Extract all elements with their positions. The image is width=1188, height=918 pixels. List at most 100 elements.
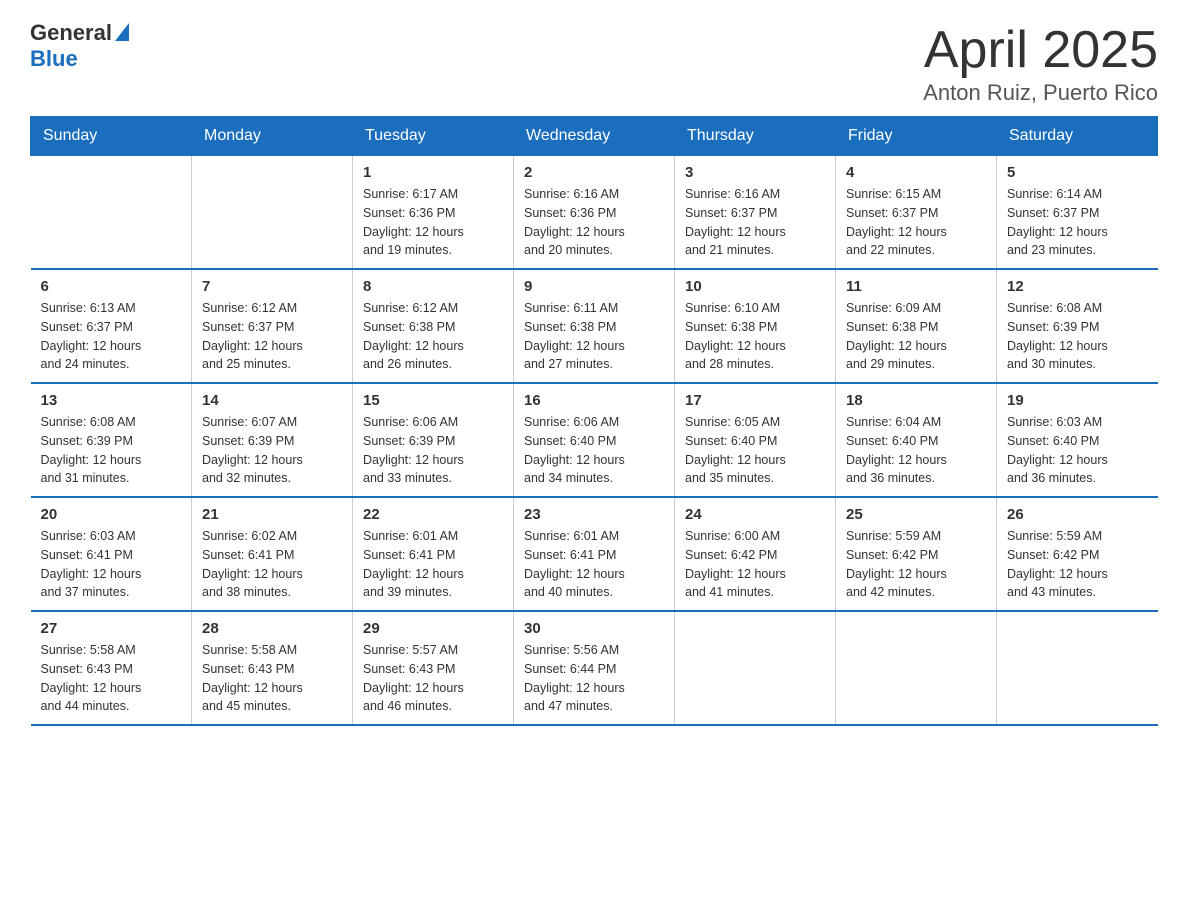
day-number: 19 [1007,392,1148,409]
header-saturday: Saturday [997,117,1158,156]
day-info: Sunrise: 6:15 AM Sunset: 6:37 PM Dayligh… [846,185,986,260]
day-cell: 27 Sunrise: 5:58 AM Sunset: 6:43 PM Dayli… [31,611,192,725]
day-cell: 18 Sunrise: 6:04 AM Sunset: 6:40 PM Dayli… [836,383,997,497]
day-number: 22 [363,506,503,523]
day-info: Sunrise: 6:03 AM Sunset: 6:40 PM Dayligh… [1007,413,1148,488]
day-cell: 29 Sunrise: 5:57 AM Sunset: 6:43 PM Dayli… [353,611,514,725]
day-cell [675,611,836,725]
day-cell: 17 Sunrise: 6:05 AM Sunset: 6:40 PM Dayli… [675,383,836,497]
day-info: Sunrise: 6:00 AM Sunset: 6:42 PM Dayligh… [685,527,825,602]
day-info: Sunrise: 6:14 AM Sunset: 6:37 PM Dayligh… [1007,185,1148,260]
header-monday: Monday [192,117,353,156]
day-number: 12 [1007,278,1148,295]
day-cell: 19 Sunrise: 6:03 AM Sunset: 6:40 PM Dayli… [997,383,1158,497]
day-info: Sunrise: 5:58 AM Sunset: 6:43 PM Dayligh… [41,641,182,716]
day-info: Sunrise: 6:12 AM Sunset: 6:38 PM Dayligh… [363,299,503,374]
day-number: 27 [41,620,182,637]
day-cell: 6Sunrise: 6:13 AM Sunset: 6:37 PM Daylig… [31,269,192,383]
month-title: April 2025 [923,20,1158,80]
day-number: 21 [202,506,342,523]
day-number: 26 [1007,506,1148,523]
day-info: Sunrise: 6:16 AM Sunset: 6:37 PM Dayligh… [685,185,825,260]
day-cell: 30 Sunrise: 5:56 AM Sunset: 6:44 PM Dayli… [514,611,675,725]
header-thursday: Thursday [675,117,836,156]
page-header: General Blue April 2025 Anton Ruiz, Puer… [30,20,1158,106]
day-info: Sunrise: 5:56 AM Sunset: 6:44 PM Dayligh… [524,641,664,716]
day-cell: 8 Sunrise: 6:12 AM Sunset: 6:38 PM Daylig… [353,269,514,383]
day-cell: 28 Sunrise: 5:58 AM Sunset: 6:43 PM Dayli… [192,611,353,725]
day-cell: 9Sunrise: 6:11 AM Sunset: 6:38 PM Daylig… [514,269,675,383]
day-cell: 1 Sunrise: 6:17 AM Sunset: 6:36 PM Daylig… [353,156,514,270]
day-cell: 16Sunrise: 6:06 AM Sunset: 6:40 PM Dayli… [514,383,675,497]
day-info: Sunrise: 6:01 AM Sunset: 6:41 PM Dayligh… [524,527,664,602]
logo-blue: Blue [30,46,129,72]
day-info: Sunrise: 6:06 AM Sunset: 6:40 PM Dayligh… [524,413,664,488]
day-info: Sunrise: 5:59 AM Sunset: 6:42 PM Dayligh… [1007,527,1148,602]
day-number: 3 [685,164,825,181]
day-number: 30 [524,620,664,637]
day-cell: 4Sunrise: 6:15 AM Sunset: 6:37 PM Daylig… [836,156,997,270]
day-info: Sunrise: 5:57 AM Sunset: 6:43 PM Dayligh… [363,641,503,716]
day-info: Sunrise: 6:05 AM Sunset: 6:40 PM Dayligh… [685,413,825,488]
day-info: Sunrise: 6:11 AM Sunset: 6:38 PM Dayligh… [524,299,664,374]
day-number: 18 [846,392,986,409]
day-cell: 13 Sunrise: 6:08 AM Sunset: 6:39 PM Dayli… [31,383,192,497]
day-cell: 15 Sunrise: 6:06 AM Sunset: 6:39 PM Dayli… [353,383,514,497]
day-number: 1 [363,164,503,181]
day-info: Sunrise: 6:03 AM Sunset: 6:41 PM Dayligh… [41,527,182,602]
day-info: Sunrise: 6:02 AM Sunset: 6:41 PM Dayligh… [202,527,342,602]
week-row-4: 20 Sunrise: 6:03 AM Sunset: 6:41 PM Dayli… [31,497,1158,611]
header-row: SundayMondayTuesdayWednesdayThursdayFrid… [31,117,1158,156]
logo-general: General [30,20,112,46]
day-info: Sunrise: 6:17 AM Sunset: 6:36 PM Dayligh… [363,185,503,260]
header-tuesday: Tuesday [353,117,514,156]
day-number: 20 [41,506,182,523]
header-friday: Friday [836,117,997,156]
day-number: 13 [41,392,182,409]
day-cell: 26 Sunrise: 5:59 AM Sunset: 6:42 PM Dayli… [997,497,1158,611]
day-cell: 5Sunrise: 6:14 AM Sunset: 6:37 PM Daylig… [997,156,1158,270]
week-row-3: 13 Sunrise: 6:08 AM Sunset: 6:39 PM Dayli… [31,383,1158,497]
day-number: 25 [846,506,986,523]
day-number: 17 [685,392,825,409]
logo: General Blue [30,20,129,72]
day-cell [836,611,997,725]
day-info: Sunrise: 5:58 AM Sunset: 6:43 PM Dayligh… [202,641,342,716]
day-info: Sunrise: 6:10 AM Sunset: 6:38 PM Dayligh… [685,299,825,374]
day-info: Sunrise: 6:12 AM Sunset: 6:37 PM Dayligh… [202,299,342,374]
day-info: Sunrise: 6:08 AM Sunset: 6:39 PM Dayligh… [41,413,182,488]
day-info: Sunrise: 6:09 AM Sunset: 6:38 PM Dayligh… [846,299,986,374]
day-cell: 12Sunrise: 6:08 AM Sunset: 6:39 PM Dayli… [997,269,1158,383]
day-cell: 21 Sunrise: 6:02 AM Sunset: 6:41 PM Dayli… [192,497,353,611]
day-cell: 20 Sunrise: 6:03 AM Sunset: 6:41 PM Dayli… [31,497,192,611]
day-number: 10 [685,278,825,295]
day-cell: 23Sunrise: 6:01 AM Sunset: 6:41 PM Dayli… [514,497,675,611]
day-number: 8 [363,278,503,295]
day-number: 2 [524,164,664,181]
day-cell: 22 Sunrise: 6:01 AM Sunset: 6:41 PM Dayli… [353,497,514,611]
day-number: 24 [685,506,825,523]
day-number: 15 [363,392,503,409]
day-cell: 7Sunrise: 6:12 AM Sunset: 6:37 PM Daylig… [192,269,353,383]
day-info: Sunrise: 6:01 AM Sunset: 6:41 PM Dayligh… [363,527,503,602]
day-info: Sunrise: 6:13 AM Sunset: 6:37 PM Dayligh… [41,299,182,374]
location-title: Anton Ruiz, Puerto Rico [923,80,1158,106]
day-cell [31,156,192,270]
logo-triangle-icon [115,23,129,41]
day-cell: 10 Sunrise: 6:10 AM Sunset: 6:38 PM Dayli… [675,269,836,383]
day-number: 28 [202,620,342,637]
day-number: 14 [202,392,342,409]
day-cell [997,611,1158,725]
day-info: Sunrise: 5:59 AM Sunset: 6:42 PM Dayligh… [846,527,986,602]
week-row-1: 1 Sunrise: 6:17 AM Sunset: 6:36 PM Daylig… [31,156,1158,270]
day-number: 29 [363,620,503,637]
week-row-2: 6Sunrise: 6:13 AM Sunset: 6:37 PM Daylig… [31,269,1158,383]
day-cell [192,156,353,270]
day-cell: 11 Sunrise: 6:09 AM Sunset: 6:38 PM Dayli… [836,269,997,383]
day-info: Sunrise: 6:06 AM Sunset: 6:39 PM Dayligh… [363,413,503,488]
header-wednesday: Wednesday [514,117,675,156]
week-row-5: 27 Sunrise: 5:58 AM Sunset: 6:43 PM Dayli… [31,611,1158,725]
day-number: 11 [846,278,986,295]
day-cell: 24 Sunrise: 6:00 AM Sunset: 6:42 PM Dayli… [675,497,836,611]
day-info: Sunrise: 6:04 AM Sunset: 6:40 PM Dayligh… [846,413,986,488]
